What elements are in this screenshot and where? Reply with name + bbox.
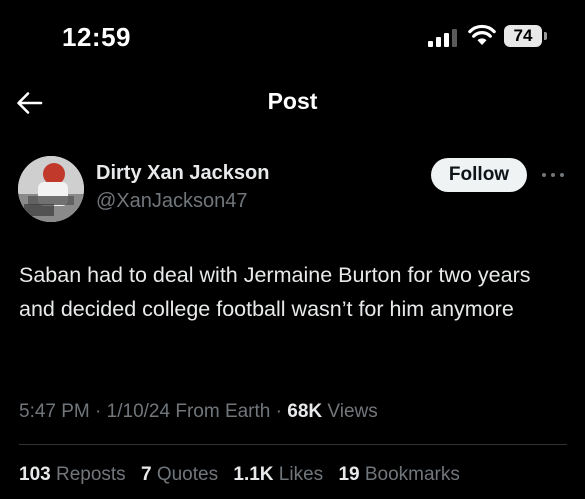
post-stats: 103 Reposts 7 Quotes 1.1K Likes 19 Bookm…: [19, 464, 470, 486]
post-meta: 5:47 PM · 1/10/24 From Earth · 68K Views: [19, 401, 378, 423]
reposts-count: 103: [19, 464, 51, 485]
avatar-image: [18, 156, 84, 222]
views-count[interactable]: 68K: [287, 401, 322, 422]
handle[interactable]: @XanJackson47: [96, 190, 248, 213]
likes-label: Likes: [273, 464, 324, 485]
likes-stat[interactable]: 1.1K Likes: [233, 464, 323, 486]
divider: [19, 444, 567, 445]
avatar[interactable]: [18, 156, 84, 222]
status-bar: 12:59 74: [0, 0, 585, 70]
meta-separator: ·: [89, 401, 107, 422]
post-date[interactable]: 1/10/24: [107, 401, 170, 422]
post-location: From Earth: [170, 401, 271, 422]
cellular-signal-icon: [428, 29, 457, 47]
meta-separator: ·: [270, 401, 288, 422]
views-label[interactable]: Views: [322, 401, 377, 422]
quotes-label: Quotes: [151, 464, 219, 485]
header: Post: [0, 70, 585, 136]
follow-button[interactable]: Follow: [431, 158, 527, 192]
bookmarks-stat[interactable]: 19 Bookmarks: [338, 464, 459, 486]
reposts-label: Reposts: [50, 464, 126, 485]
display-name[interactable]: Dirty Xan Jackson: [96, 162, 269, 185]
status-time: 12:59: [62, 22, 131, 52]
reposts-stat[interactable]: 103 Reposts: [19, 464, 126, 486]
likes-count: 1.1K: [233, 464, 274, 485]
bookmarks-label: Bookmarks: [359, 464, 460, 485]
battery-icon: 74: [504, 25, 550, 47]
wifi-icon: [468, 24, 496, 45]
bookmarks-count: 19: [338, 464, 360, 485]
post-text: Saban had to deal with Jermaine Burton f…: [19, 263, 531, 321]
quotes-count: 7: [140, 464, 152, 485]
post-time[interactable]: 5:47 PM: [19, 401, 90, 422]
battery-cap: [544, 32, 547, 40]
more-icon[interactable]: [540, 168, 566, 182]
page-title: Post: [267, 88, 318, 114]
battery-level: 74: [504, 25, 542, 47]
quotes-stat[interactable]: 7 Quotes: [141, 464, 218, 486]
